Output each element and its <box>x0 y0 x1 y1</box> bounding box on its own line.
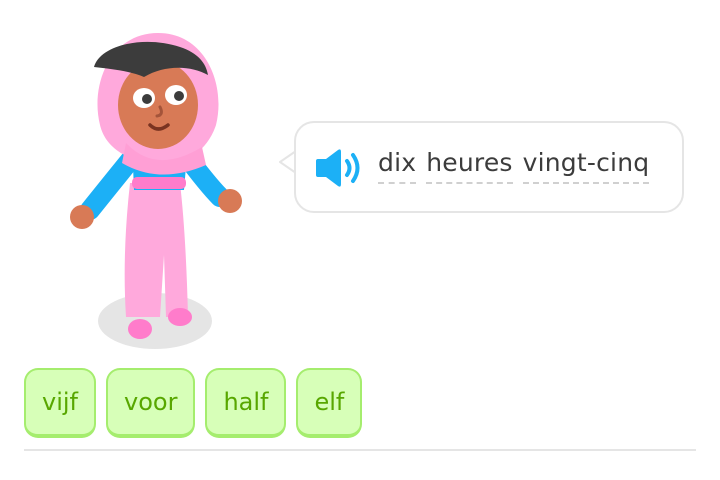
prompt-word-dix[interactable]: dix <box>378 148 417 184</box>
character-belt <box>132 177 186 189</box>
answer-line <box>24 449 696 451</box>
speaker-icon[interactable] <box>314 147 366 189</box>
character-right-hand <box>218 189 242 213</box>
word-bank: vijf voor half elf <box>24 368 363 438</box>
character-pants <box>124 183 188 317</box>
word-chip-half[interactable]: half <box>205 368 287 438</box>
word-chip-vijf[interactable]: vijf <box>24 368 96 438</box>
word-chip-elf[interactable]: elf <box>296 368 363 438</box>
character-left-shoe <box>128 319 152 339</box>
character-left-pupil <box>142 94 152 104</box>
prompt-sentence: dix heures vingt-cinq <box>378 148 650 188</box>
character-left-hand <box>70 205 94 229</box>
word-chip-voor[interactable]: voor <box>106 368 196 438</box>
character-right-shoe <box>168 308 192 326</box>
character-right-pupil <box>174 91 184 101</box>
character-illustration <box>70 33 242 349</box>
character-face <box>118 61 198 149</box>
prompt-word-vingt-cinq[interactable]: vingt-cinq <box>522 148 650 184</box>
prompt-word-heures[interactable]: heures <box>426 148 513 184</box>
